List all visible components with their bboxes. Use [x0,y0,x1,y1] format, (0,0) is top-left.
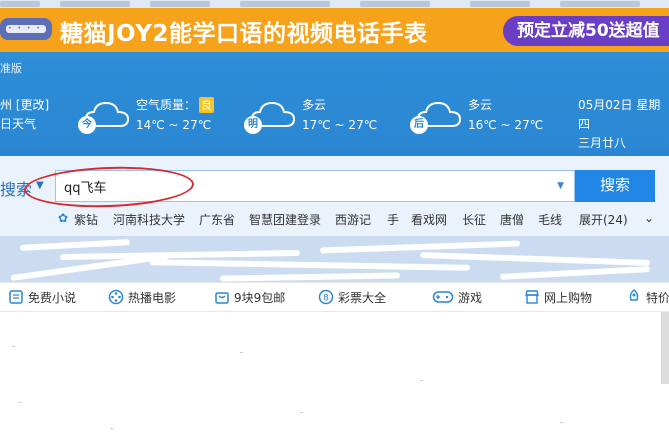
quick-link[interactable]: 智慧团建登录 [249,211,321,228]
ad-banner[interactable]: • • • • • 糖猫JOY2能学口语的视频电话手表 预定立减50送超值 [0,8,669,52]
condition-tomorrow: 多云 [302,98,327,112]
nav-label: 9块9包邮 [234,291,286,305]
edition-label[interactable]: 准版 [0,60,22,76]
aqi-badge: 良 [199,97,215,113]
content-area [0,312,669,439]
shopping-bag-icon [215,292,229,304]
ad-title[interactable]: 糖猫JOY2能学口语的视频电话手表 [60,14,427,48]
nav-games[interactable]: 游戏 [432,288,482,308]
temp-day-after: 16℃ ~ 27℃ [468,118,544,132]
category-nav: 免费小说 热播电影 9块9包邮 8 彩票大全 游戏 网上购物 特价 [0,282,669,312]
film-reel-icon [108,289,124,305]
nav-label: 热播电影 [128,291,177,305]
scribbled-region [0,236,669,282]
chevron-down-icon[interactable]: ⌄ [644,211,654,225]
gamepad-icon [432,291,454,303]
nav-label: 网上购物 [544,291,593,305]
city-subtitle: 日天气 [0,117,37,131]
search-section: 搜索 ▼ ▼ 搜索 ✿ 紫钻 河南科技大学 广东省 智慧团建登录 西游记 手 看… [0,156,669,236]
store-icon [525,290,539,304]
day-badge-day-after: 后 [410,116,428,134]
red-annotation-circle [23,164,195,210]
date-line: 05月02日 星期 [578,98,661,112]
nav-lottery[interactable]: 8 彩票大全 [318,288,386,308]
gear-icon[interactable]: ✿ [58,211,68,225]
lottery-icon: 8 [318,289,334,305]
nav-label: 特价 [646,291,669,305]
lunar-date: 三月廿八 [578,136,627,150]
air-quality-label: 空气质量： [136,98,197,112]
quick-link[interactable]: 紫钻 [74,211,98,228]
quick-link[interactable]: 手 [387,211,399,228]
quick-link[interactable]: 毛线 [538,211,562,228]
day-badge-today: 今 [78,116,96,134]
nav-label: 彩票大全 [338,291,387,305]
weather-panel: 准版 州 [更改] 日天气 今 空气质量：良 14℃ ~ 27℃ 明 多云 17… [0,52,669,156]
nav-bargains[interactable]: 9块9包邮 [214,288,285,308]
quick-link[interactable]: 长征 [462,211,486,228]
dropdown-arrow-icon[interactable]: ▼ [557,181,564,191]
air-quality: 空气质量：良 [136,96,215,113]
nav-shopping[interactable]: 网上购物 [524,288,592,308]
nav-free-novels[interactable]: 免费小说 [8,288,76,308]
city-block: 州 [更改] 日天气 [0,96,49,134]
nav-label: 免费小说 [28,291,77,305]
quick-link[interactable]: 看戏网 [411,211,447,228]
nav-specials[interactable]: 特价 [626,288,669,308]
quick-link[interactable]: 河南科技大学 [113,211,185,228]
nav-label: 游戏 [458,291,483,305]
expand-links-button[interactable]: 展开(24) [579,211,628,228]
book-icon [9,290,23,304]
quick-link[interactable]: 唐僧 [500,211,524,228]
smartwatch-image: • • • • • [0,18,52,40]
date-block: 05月02日 星期 四 三月廿八 [578,96,669,153]
browser-tab-strip[interactable] [0,0,669,8]
condition-day-after: 多云 [468,98,493,112]
ad-cta-button[interactable]: 预定立减50送超值 [503,16,669,46]
quick-link[interactable]: 西游记 [335,211,371,228]
city-name[interactable]: 州 [更改] [0,96,49,115]
rocket-icon [629,289,639,301]
temp-tomorrow: 17℃ ~ 27℃ [302,118,378,132]
quick-link[interactable]: 广东省 [199,211,235,228]
day-badge-tomorrow: 明 [244,116,262,134]
temp-today: 14℃ ~ 27℃ [136,118,212,132]
scrollbar[interactable] [661,312,669,384]
search-button[interactable]: 搜索 [575,170,655,202]
nav-movies[interactable]: 热播电影 [108,288,176,308]
weekday-line: 四 [578,117,591,131]
svg-text:8: 8 [323,294,329,304]
